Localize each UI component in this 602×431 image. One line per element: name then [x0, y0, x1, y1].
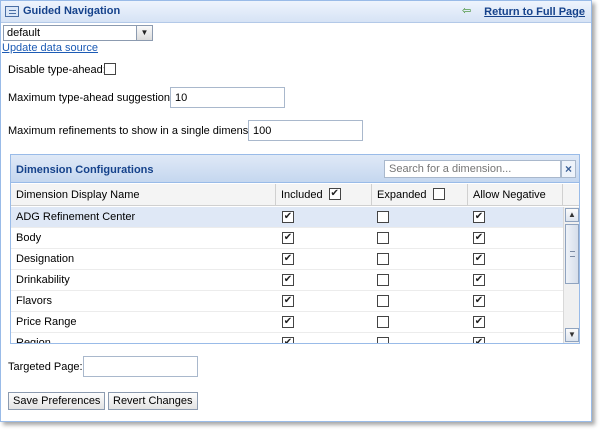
dimension-name: Price Range: [16, 316, 77, 328]
expanded-checkbox[interactable]: [377, 253, 389, 265]
column-header-expanded-label: Expanded: [377, 189, 427, 201]
disable-typeahead-label: Disable type-ahead:: [8, 64, 106, 76]
column-header-name-label: Dimension Display Name: [16, 189, 140, 201]
table-row[interactable]: Flavors: [11, 291, 563, 312]
scroll-down-icon[interactable]: ▼: [565, 328, 579, 342]
max-typeahead-label: Maximum type-ahead suggestions:: [8, 92, 179, 104]
dimension-name: Flavors: [16, 295, 53, 307]
table-row[interactable]: Price Range: [11, 312, 563, 333]
allow-negative-checkbox[interactable]: [473, 232, 485, 244]
grid-header: Dimension Display Name Included Expanded…: [11, 184, 579, 223]
expanded-checkbox[interactable]: [377, 211, 389, 223]
dimension-configurations-panel: Dimension Configurations × Dimension Dis…: [10, 154, 580, 344]
column-header-allow-negative-label: Allow Negative: [473, 189, 546, 201]
disable-typeahead-checkbox[interactable]: [104, 63, 116, 75]
dimension-name: ADG Refinement Center: [16, 211, 136, 223]
table-row[interactable]: ADG Refinement Center: [11, 207, 563, 228]
expanded-checkbox[interactable]: [377, 274, 389, 286]
included-checkbox[interactable]: [282, 211, 294, 223]
chevron-down-icon[interactable]: ▼: [136, 26, 152, 40]
table-row[interactable]: Drinkability: [11, 270, 563, 291]
column-header-allow-negative: Allow Negative: [468, 184, 563, 223]
scroll-thumb[interactable]: [565, 224, 579, 284]
included-checkbox[interactable]: [282, 253, 294, 265]
expanded-all-checkbox[interactable]: [432, 188, 445, 201]
panel-header: Dimension Configurations ×: [11, 155, 579, 183]
dimension-search-input[interactable]: [384, 160, 561, 178]
included-checkbox[interactable]: [282, 337, 294, 343]
table-row[interactable]: Region: [11, 333, 563, 343]
return-arrow-icon[interactable]: ⇦: [462, 6, 473, 17]
update-data-source-link[interactable]: Update data source: [2, 42, 98, 54]
clear-search-icon[interactable]: ×: [561, 160, 576, 178]
data-source-select[interactable]: default ▼: [3, 25, 153, 41]
expanded-checkbox[interactable]: [377, 295, 389, 307]
targeted-page-label: Targeted Page:: [8, 361, 83, 373]
return-to-full-page-link[interactable]: Return to Full Page: [484, 6, 585, 18]
vertical-scrollbar[interactable]: ▲ ▼: [563, 207, 579, 343]
allow-negative-checkbox[interactable]: [473, 211, 485, 223]
dimension-name: Designation: [16, 253, 75, 265]
column-header-name[interactable]: Dimension Display Name: [11, 184, 276, 206]
dimension-rows: ADG Refinement Center Body Designation Drin…: [11, 207, 563, 343]
expanded-checkbox[interactable]: [377, 337, 389, 343]
dimension-name: Body: [16, 232, 42, 244]
revert-changes-button[interactable]: Revert Changes: [108, 392, 198, 410]
table-row[interactable]: Body: [11, 228, 563, 249]
dimension-name: Region: [16, 337, 51, 343]
max-typeahead-input[interactable]: [170, 87, 285, 108]
column-header-included: Included: [276, 184, 372, 206]
allow-negative-checkbox[interactable]: [473, 295, 485, 307]
included-all-checkbox[interactable]: [328, 188, 341, 201]
targeted-page-input[interactable]: [83, 356, 198, 377]
expanded-checkbox[interactable]: [377, 232, 389, 244]
allow-negative-checkbox[interactable]: [473, 274, 485, 286]
data-source-value: default: [7, 27, 41, 39]
column-header-expanded: Expanded: [372, 184, 468, 206]
included-checkbox[interactable]: [282, 274, 294, 286]
included-checkbox[interactable]: [282, 232, 294, 244]
allow-negative-checkbox[interactable]: [473, 253, 485, 265]
scroll-up-icon[interactable]: ▲: [565, 208, 579, 222]
title-bar: Guided Navigation ⇦ Return to Full Page: [1, 1, 591, 23]
included-checkbox[interactable]: [282, 295, 294, 307]
save-preferences-button[interactable]: Save Preferences: [8, 392, 106, 410]
window-icon: [5, 6, 19, 17]
guided-navigation-window: Guided Navigation ⇦ Return to Full Page …: [0, 0, 592, 422]
column-header-included-label: Included: [281, 189, 323, 201]
expanded-checkbox[interactable]: [377, 316, 389, 328]
page-title: Guided Navigation: [23, 5, 121, 17]
max-refinements-input[interactable]: [248, 120, 363, 141]
max-refinements-label: Maximum refinements to show in a single …: [8, 125, 267, 137]
panel-title: Dimension Configurations: [16, 164, 154, 176]
grip-icon: [570, 251, 575, 257]
allow-negative-checkbox[interactable]: [473, 316, 485, 328]
table-row[interactable]: Designation: [11, 249, 563, 270]
allow-negative-checkbox[interactable]: [473, 337, 485, 343]
included-checkbox[interactable]: [282, 316, 294, 328]
dimension-name: Drinkability: [16, 274, 70, 286]
